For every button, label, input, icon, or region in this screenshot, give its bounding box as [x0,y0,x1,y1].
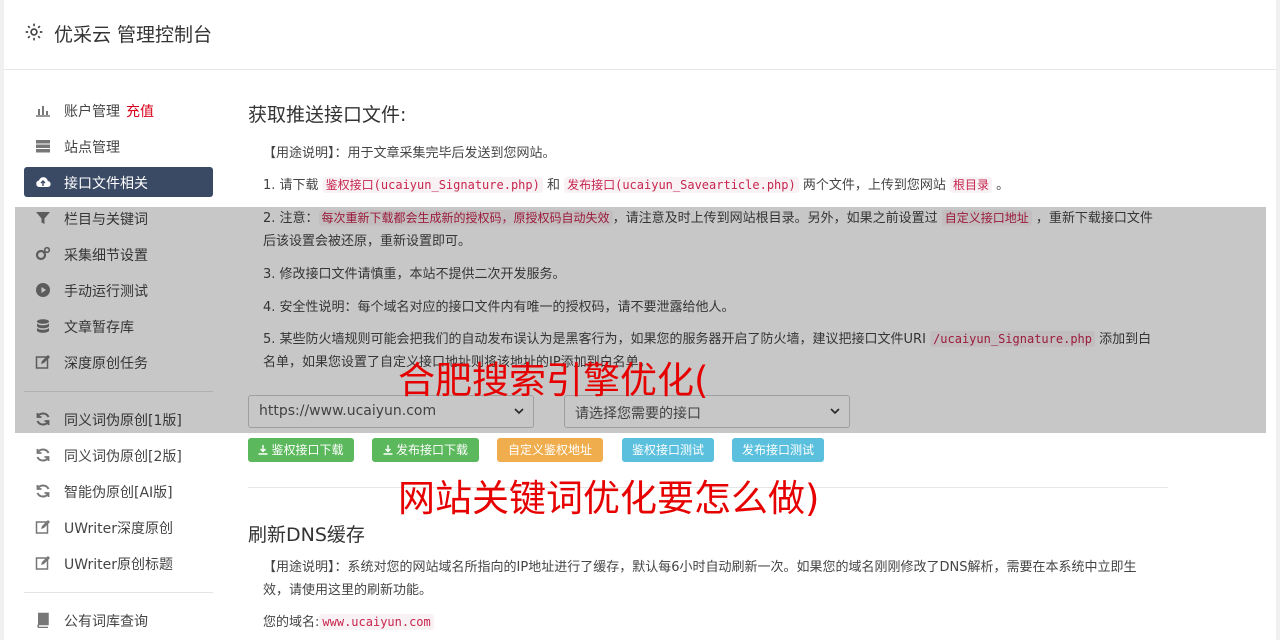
sidebar-item-ai-rewrite[interactable]: 智能伪原创[AI版] [24,476,213,506]
sidebar-item-label: UWriter深度原创 [64,521,173,537]
section-title-dns: 刷新DNS缓存 [248,524,365,546]
publish-test-button[interactable]: 发布接口测试 [732,438,824,462]
sidebar-item-synonym-v2[interactable]: 同义词伪原创[2版] [24,440,213,470]
usage-label: 【用途说明】 [263,146,335,161]
download-icon [383,445,393,455]
publish-file-name: 发布接口(ucaiyun_Savearticle.php) [564,177,799,193]
sidebar-item-sites[interactable]: 站点管理 [24,131,213,161]
watermark-line-2: 网站关键词优化要怎么做) [398,477,820,520]
edit-icon [35,520,50,534]
sidebar-item-label: 账户管理 [64,104,120,120]
edit-icon [35,556,50,570]
watermark-line-1: 合肥搜索引擎优化( [398,359,709,402]
bar-chart-icon [36,106,50,117]
auth-download-button[interactable]: 鉴权接口下载 [248,438,354,462]
domain-row: 您的域名: www.ucaiyun.com [263,611,1153,634]
sidebar-item-label: 接口文件相关 [64,176,148,192]
auth-file-name: 鉴权接口(ucaiyun_Signature.php) [322,177,543,193]
book-icon [37,612,49,628]
sidebar-item-account[interactable]: 账户管理 充值 [24,95,213,125]
sidebar-item-label: 站点管理 [64,140,120,156]
refresh-icon [36,484,50,498]
sidebar-item-label: 智能伪原创[AI版] [64,485,173,501]
sidebar-item-uwriter-title[interactable]: UWriter原创标题 [24,548,213,578]
sidebar-item-label: 公有词库查询 [64,614,148,630]
domain-value: www.ucaiyun.com [319,614,434,630]
gear-icon [25,23,43,41]
instruction-1: 1. 请下载 鉴权接口(ucaiyun_Signature.php) 和 发布接… [263,177,1010,193]
root-dir-label: 根目录 [950,177,993,193]
auth-test-button[interactable]: 鉴权接口测试 [622,438,714,462]
refresh-icon [36,448,50,462]
cloud-upload-icon [36,177,51,188]
console-title: 优采云 管理控制台 [54,24,213,46]
sidebar-item-uwriter-deep[interactable]: UWriter深度原创 [24,512,213,542]
sidebar-divider [24,592,213,593]
sidebar-item-label: 同义词伪原创[2版] [64,449,182,465]
sidebar-item-public-lexicon[interactable]: 公有词库查询 [24,605,213,635]
sidebar-item-label: UWriter原创标题 [64,557,173,573]
domain-label: 您的域名: [263,615,320,630]
server-icon [36,140,50,153]
recharge-badge[interactable]: 充值 [126,104,154,120]
custom-auth-url-button[interactable]: 自定义鉴权地址 [497,438,603,462]
sidebar-item-interface-files[interactable]: 接口文件相关 [24,167,213,197]
publish-download-button[interactable]: 发布接口下载 [372,438,479,462]
usage-note: 【用途说明】：用于文章采集完毕后发送到您网站。 [263,146,556,161]
usage-label: 【用途说明】 [263,560,335,575]
main-content: 获取推送接口文件: 【用途说明】：用于文章采集完毕后发送到您网站。 1. 请下载… [248,100,1168,630]
download-icon [258,445,268,455]
top-header: 优采云 管理控制台 [4,0,1276,70]
section-title-interface-files: 获取推送接口文件: [248,104,407,126]
dns-usage-note: 【用途说明】：系统对您的网站域名所指向的IP地址进行了缓存，默认每6小时自动刷新… [263,560,1137,598]
